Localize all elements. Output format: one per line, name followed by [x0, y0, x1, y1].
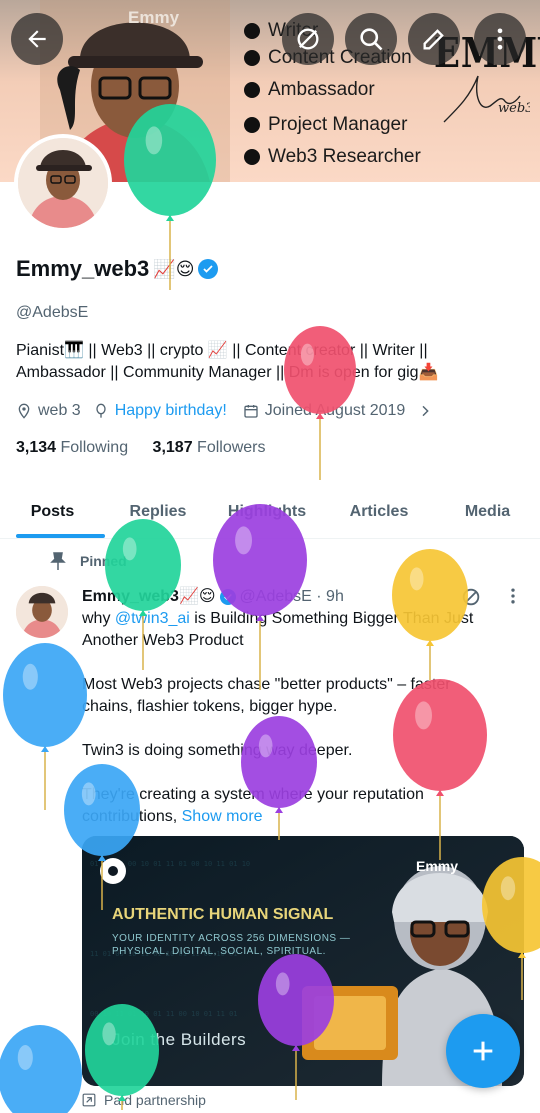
- profile-avatar[interactable]: [14, 134, 112, 232]
- bullet-icon: [244, 149, 260, 165]
- media-cta: Join the Builders: [112, 1030, 247, 1049]
- profile-meta: web 3 Happy birthday! Joined August 2019: [16, 402, 433, 420]
- bio-line: Ambassador || Community Manager || Dm is…: [16, 364, 439, 381]
- post-body-line: Most Web3 projects chase "better product…: [82, 676, 451, 693]
- profile-tabs: Posts Replies Highlights Articles Media: [0, 486, 540, 539]
- profile-bio: Pianist🎹 || Web3 || crypto 📈 || Content …: [16, 340, 516, 384]
- post-body-line: chains, flashier tokens, bigger hype.: [82, 698, 338, 715]
- balloon-icon: [96, 403, 106, 418]
- compose-button[interactable]: [446, 1014, 520, 1088]
- joined-text: Joined August 2019: [264, 402, 406, 419]
- post-body-line: Another Web3 Product: [82, 632, 244, 649]
- post-handle-time: @AdebsE · 9h: [239, 588, 344, 605]
- tab-articles[interactable]: Articles: [323, 486, 435, 538]
- more-button[interactable]: [474, 13, 526, 65]
- search-icon: [360, 28, 383, 51]
- chevron-right-icon[interactable]: [417, 403, 433, 419]
- post-header: Emmy_web3📈😌 @AdebsE · 9h: [82, 586, 344, 608]
- followers-link[interactable]: 3,187 Followers: [153, 439, 266, 456]
- post-body-line: why @twin3_ai is Building Something Bigg…: [82, 610, 474, 627]
- media-subtitle: YOUR IDENTITY ACROSS 256 DIMENSIONS —: [112, 933, 351, 944]
- post-body-line: They're creating a system where your rep…: [82, 786, 424, 803]
- post-body-line: contributions, Show more: [82, 808, 263, 825]
- signature-script: web3: [443, 75, 530, 123]
- avatar-illustration: [18, 138, 108, 228]
- paid-partnership: Paid partnership: [82, 1092, 206, 1108]
- more-vertical-icon: [497, 28, 503, 50]
- back-button[interactable]: [11, 13, 63, 65]
- edit-button[interactable]: [408, 13, 460, 65]
- calendar-icon: [244, 405, 258, 418]
- hide-button[interactable]: [282, 13, 334, 65]
- bullet-icon: [244, 23, 260, 39]
- cap-text: Emmy: [128, 8, 180, 27]
- follow-counts: 3,134 Following 3,187 Followers: [16, 439, 266, 457]
- svg-text:00 10 11 01 10 01 11 00 10 01: 00 10 11 01 10 01 11 00 10 01 11 01: [90, 1010, 238, 1018]
- bullet-icon: [244, 117, 260, 133]
- pin-icon: [50, 552, 66, 570]
- twin3-logo-icon: [100, 858, 126, 884]
- tab-posts[interactable]: Posts: [0, 486, 105, 538]
- birthday-text: Happy birthday!: [114, 402, 227, 419]
- search-button[interactable]: [345, 13, 397, 65]
- bio-line: Pianist🎹 || Web3 || crypto 📈 || Content …: [16, 342, 428, 359]
- plus-icon: [473, 1041, 493, 1061]
- role-item: Project Manager: [244, 114, 407, 136]
- balloon: [3, 643, 87, 810]
- balloon: [0, 1025, 82, 1113]
- grok-icon[interactable]: [460, 586, 482, 608]
- post-author-name[interactable]: Emmy_web3📈😌: [82, 586, 216, 608]
- bullet-icon: [244, 82, 260, 98]
- location-pin-icon: [18, 403, 30, 419]
- verified-badge-icon: [219, 589, 236, 605]
- location-text: web 3: [38, 402, 81, 419]
- bullet-icon: [244, 50, 260, 66]
- helmet-text: Emmy: [416, 858, 459, 874]
- post-author-avatar[interactable]: [16, 586, 68, 638]
- name-emoji: 📈😌: [153, 258, 195, 279]
- avatar-illustration: [16, 586, 68, 638]
- role-item: Ambassador: [244, 79, 375, 101]
- media-title: AUTHENTIC HUMAN SIGNAL: [112, 906, 334, 923]
- edit-icon: [423, 29, 444, 50]
- post-more-icon[interactable]: [503, 586, 523, 606]
- balloon: [393, 679, 487, 860]
- back-arrow-icon: [28, 30, 46, 48]
- display-name: Emmy_web3 📈😌: [16, 256, 219, 282]
- pinned-label: Pinned: [50, 552, 127, 570]
- tab-media[interactable]: Media: [435, 486, 540, 538]
- tab-highlights[interactable]: Highlights: [211, 486, 323, 538]
- verified-badge-icon[interactable]: [198, 259, 219, 279]
- following-link[interactable]: 3,134 Following: [16, 439, 128, 456]
- no-eye-icon: [297, 28, 319, 50]
- user-handle: @AdebsE: [16, 304, 89, 321]
- role-item: Web3 Researcher: [244, 146, 421, 168]
- post-body-line: Twin3 is doing something way deeper.: [82, 742, 353, 759]
- svg-text:web3: web3: [498, 101, 530, 116]
- mention-link[interactable]: @twin3_ai: [115, 610, 190, 627]
- partnership-arrow-icon: [82, 1093, 96, 1107]
- display-name-text: Emmy_web3: [16, 256, 150, 281]
- media-subtitle: PHYSICAL, DIGITAL, SOCIAL, SPIRITUAL.: [112, 946, 326, 957]
- show-more-link[interactable]: Show more: [182, 808, 263, 825]
- tab-replies[interactable]: Replies: [105, 486, 211, 538]
